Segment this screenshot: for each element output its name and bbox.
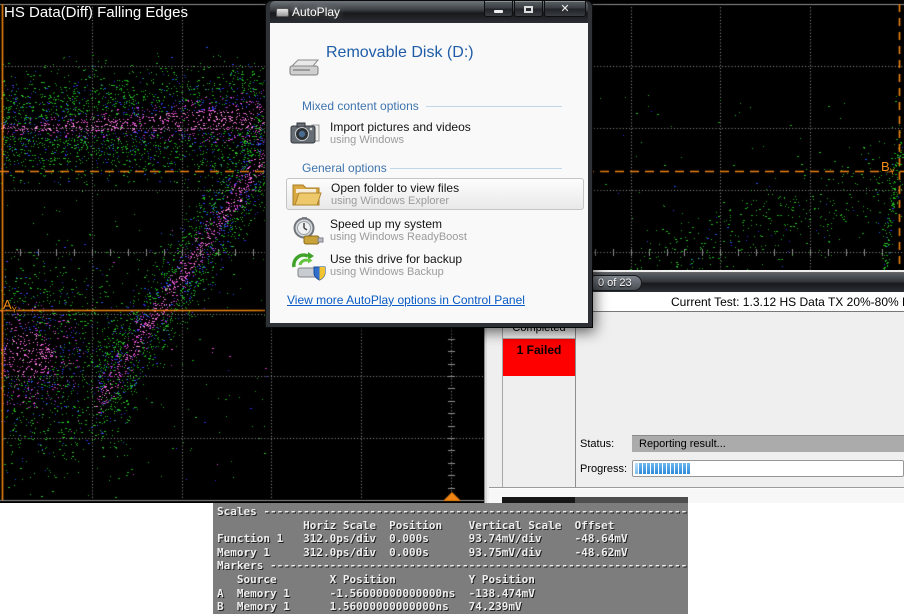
progress-segment <box>667 463 670 474</box>
progress-segment <box>651 463 654 474</box>
progress-segment <box>663 463 666 474</box>
scales-line: B Memory 1 1.56000000000000ns 74.239mV <box>217 600 688 614</box>
action-title: Use this drive for backup <box>330 252 462 266</box>
close-icon: ✕ <box>560 2 569 16</box>
progress-label: Progress: <box>580 463 627 475</box>
scales-line: Scales ---------------------------------… <box>217 505 688 519</box>
current-test-text: Current Test: 1.3.12 HS Data TX 20%-80% … <box>671 295 904 309</box>
marker-a-label: AY <box>3 297 17 315</box>
camera-icon <box>290 119 322 149</box>
section-rule <box>390 168 562 169</box>
action-title: Open folder to view files <box>331 181 459 195</box>
autoplay-body: Removable Disk (D:) Mixed content option… <box>270 23 588 323</box>
progress-segment <box>687 463 690 474</box>
scales-line: Markers --------------------------------… <box>217 559 688 573</box>
action-subtitle: using Windows ReadyBoost <box>330 231 467 243</box>
progress-segment <box>647 463 650 474</box>
backup-icon <box>290 251 326 281</box>
progress-segment <box>643 463 646 474</box>
scales-line: Memory 1 312.0ps/div 0.000s 93.75mV/div … <box>217 546 688 560</box>
progress-segment <box>679 463 682 474</box>
progress-segment <box>671 463 674 474</box>
scales-line: A Memory 1 -1.56000000000000ns -138.474m… <box>217 587 688 601</box>
maximize-button[interactable] <box>514 1 543 17</box>
section-rule <box>426 106 562 107</box>
autoplay-action-speed-up[interactable]: Speed up my system using Windows ReadyBo… <box>286 215 584 247</box>
autoplay-title: AutoPlay <box>292 5 340 19</box>
scales-readout-panel: Scales ---------------------------------… <box>213 503 688 614</box>
status-label: Status: <box>580 438 614 450</box>
progress-segment <box>639 463 642 474</box>
autoplay-action-import-pictures[interactable]: Import pictures and videos using Windows <box>286 118 584 150</box>
action-title: Speed up my system <box>330 217 442 231</box>
removable-disk-icon <box>288 57 321 79</box>
scales-line: Horiz Scale Position Vertical Scale Offs… <box>217 519 688 533</box>
autoplay-header: Removable Disk (D:) <box>326 44 474 62</box>
section-label-general: General options <box>302 161 387 175</box>
progress-segment <box>675 463 678 474</box>
scales-line: Function 1 312.0ps/div 0.000s 93.74mV/di… <box>217 532 688 546</box>
test-count-badge: 0 of 23 <box>588 275 642 291</box>
progress-segment <box>683 463 686 474</box>
autoplay-action-open-folder[interactable]: Open folder to view files using Windows … <box>286 178 584 210</box>
progress-segment <box>655 463 658 474</box>
progress-segment <box>635 463 638 474</box>
action-title: Import pictures and videos <box>330 120 471 134</box>
status-value: Reporting result... <box>632 435 904 452</box>
close-button[interactable]: ✕ <box>544 1 586 17</box>
action-subtitle: using Windows Backup <box>330 266 444 278</box>
desktop: HS Data(Diff) Falling Edges AY BY 0 of 2… <box>0 0 904 614</box>
minimize-icon <box>494 10 503 13</box>
folder-icon <box>291 180 323 208</box>
minimize-button[interactable] <box>484 1 513 17</box>
autoplay-dialog: AutoPlay ✕ Removable Disk (D:) Mixed con… <box>266 1 592 327</box>
action-subtitle: using Windows <box>330 134 404 146</box>
autoplay-titlebar[interactable]: AutoPlay ✕ <box>270 1 588 23</box>
action-subtitle: using Windows Explorer <box>331 195 449 207</box>
autoplay-control-panel-link[interactable]: View more AutoPlay options in Control Pa… <box>287 293 525 307</box>
readyboost-icon <box>290 216 324 247</box>
autoplay-action-backup[interactable]: Use this drive for backup using Windows … <box>286 250 584 282</box>
progress-segment <box>659 463 662 474</box>
drive-icon <box>276 8 289 17</box>
section-label-mixed: Mixed content options <box>302 99 419 113</box>
scope-title: HS Data(Diff) Falling Edges <box>4 4 188 21</box>
marker-b-label: BY <box>881 159 895 177</box>
result-summary-column: Completed 1 Failed <box>502 315 576 487</box>
failed-cell: 1 Failed <box>503 339 575 376</box>
scales-line: Source X Position Y Position <box>217 573 688 587</box>
maximize-icon <box>524 6 533 13</box>
progress-bar <box>632 460 904 477</box>
